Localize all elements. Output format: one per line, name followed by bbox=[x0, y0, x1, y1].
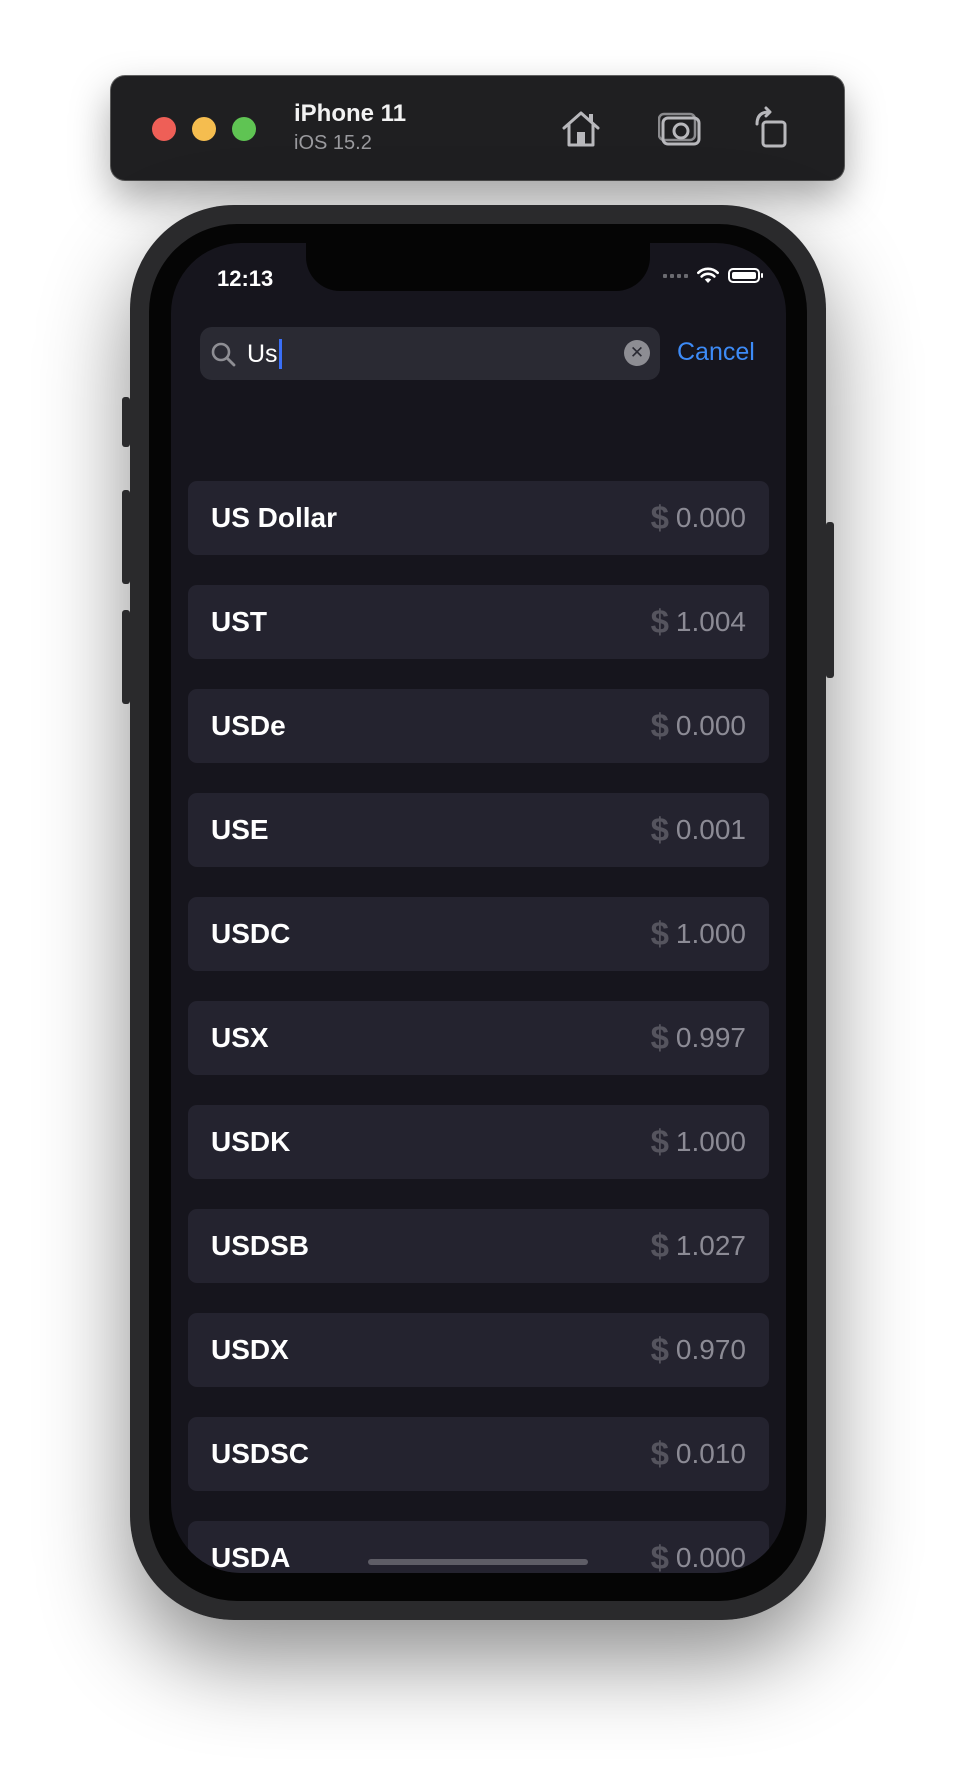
currency-name: USX bbox=[211, 1022, 269, 1053]
currency-name: USDSB bbox=[211, 1230, 310, 1261]
close-window-button[interactable] bbox=[152, 117, 176, 141]
price-value: 0.000 bbox=[675, 710, 746, 741]
dollar-icon: $ bbox=[650, 1331, 669, 1368]
wifi-icon bbox=[697, 267, 719, 283]
currency-price: $0.000 bbox=[650, 1539, 746, 1573]
power-button bbox=[826, 522, 834, 678]
home-icon[interactable] bbox=[558, 106, 604, 152]
price-value: 0.970 bbox=[675, 1334, 746, 1365]
search-query: Us bbox=[247, 339, 278, 368]
search-icon bbox=[211, 342, 236, 367]
currency-price: $1.004 bbox=[650, 603, 746, 640]
currency-row[interactable]: USE $0.001 bbox=[188, 793, 769, 867]
price-value: 1.004 bbox=[675, 606, 746, 637]
currency-row[interactable]: USDK $1.000 bbox=[188, 1105, 769, 1179]
price-value: 0.000 bbox=[675, 1542, 746, 1573]
currency-price: $0.000 bbox=[650, 499, 746, 536]
price-value: 0.997 bbox=[675, 1022, 746, 1053]
simulator-toolbar: iPhone 11 iOS 15.2 bbox=[111, 76, 844, 180]
currency-row[interactable]: USDe $0.000 bbox=[188, 689, 769, 763]
phone-screen: 12:13 Us ✕ Cancel US Dollar $0.000 UST $1.0… bbox=[171, 243, 786, 1573]
currency-name: USDK bbox=[211, 1126, 291, 1157]
price-value: 1.000 bbox=[675, 1126, 746, 1157]
currency-list: US Dollar $0.000 UST $1.004 USDe $0.000 USE $0.… bbox=[188, 481, 769, 1573]
currency-price: $0.010 bbox=[650, 1435, 746, 1472]
currency-price: $1.027 bbox=[650, 1227, 746, 1264]
rotate-icon[interactable] bbox=[749, 106, 795, 152]
dollar-icon: $ bbox=[650, 1123, 669, 1160]
dollar-icon: $ bbox=[650, 1019, 669, 1056]
currency-row[interactable]: USDSC $0.010 bbox=[188, 1417, 769, 1491]
currency-price: $0.001 bbox=[650, 811, 746, 848]
dollar-icon: $ bbox=[650, 1539, 669, 1573]
currency-price: $1.000 bbox=[650, 1123, 746, 1160]
text-caret bbox=[278, 339, 282, 369]
status-icons bbox=[663, 267, 763, 284]
status-time: 12:13 bbox=[217, 266, 274, 291]
device-name: iPhone 11 bbox=[294, 100, 407, 127]
currency-row[interactable]: USX $0.997 bbox=[188, 1001, 769, 1075]
search-input[interactable]: Us bbox=[247, 339, 282, 369]
mute-switch bbox=[122, 397, 130, 447]
currency-price: $0.000 bbox=[650, 707, 746, 744]
currency-name: USE bbox=[211, 814, 269, 845]
currency-price: $1.000 bbox=[650, 915, 746, 952]
dollar-icon: $ bbox=[650, 603, 669, 640]
device-os-version: iOS 15.2 bbox=[294, 132, 372, 154]
price-value: 0.000 bbox=[675, 502, 746, 533]
dollar-icon: $ bbox=[650, 1435, 669, 1472]
price-value: 1.000 bbox=[675, 918, 746, 949]
price-value: 0.010 bbox=[675, 1438, 746, 1469]
volume-down-button bbox=[122, 610, 130, 704]
price-value: 0.001 bbox=[675, 814, 746, 845]
currency-name: USDC bbox=[211, 918, 291, 949]
battery-icon bbox=[728, 268, 763, 283]
search-field[interactable]: Us ✕ bbox=[200, 327, 660, 380]
currency-row[interactable]: USDX $0.970 bbox=[188, 1313, 769, 1387]
currency-name: USDe bbox=[211, 710, 286, 741]
cellular-signal-icon bbox=[663, 273, 688, 278]
currency-row[interactable]: USDA $0.000 bbox=[188, 1521, 769, 1573]
currency-name: US Dollar bbox=[211, 502, 338, 533]
price-value: 1.027 bbox=[675, 1230, 746, 1261]
zoom-window-button[interactable] bbox=[232, 117, 256, 141]
cancel-button[interactable]: Cancel bbox=[677, 338, 755, 367]
currency-name: USDX bbox=[211, 1334, 289, 1365]
dollar-icon: $ bbox=[650, 811, 669, 848]
dollar-icon: $ bbox=[650, 499, 669, 536]
currency-name: USDA bbox=[211, 1542, 291, 1573]
currency-row[interactable]: US Dollar $0.000 bbox=[188, 481, 769, 555]
notch bbox=[306, 243, 650, 291]
home-indicator bbox=[368, 1559, 588, 1565]
dollar-icon: $ bbox=[650, 707, 669, 744]
currency-price: $0.997 bbox=[650, 1019, 746, 1056]
camera-icon[interactable] bbox=[657, 106, 704, 152]
dollar-icon: $ bbox=[650, 915, 669, 952]
currency-row[interactable]: USDC $1.000 bbox=[188, 897, 769, 971]
dollar-icon: $ bbox=[650, 1227, 669, 1264]
minimize-window-button[interactable] bbox=[192, 117, 216, 141]
currency-name: UST bbox=[211, 606, 267, 637]
currency-row[interactable]: UST $1.004 bbox=[188, 585, 769, 659]
currency-price: $0.970 bbox=[650, 1331, 746, 1368]
clear-search-button[interactable]: ✕ bbox=[624, 340, 650, 366]
volume-up-button bbox=[122, 490, 130, 584]
currency-row[interactable]: USDSB $1.027 bbox=[188, 1209, 769, 1283]
currency-name: USDSC bbox=[211, 1438, 310, 1469]
